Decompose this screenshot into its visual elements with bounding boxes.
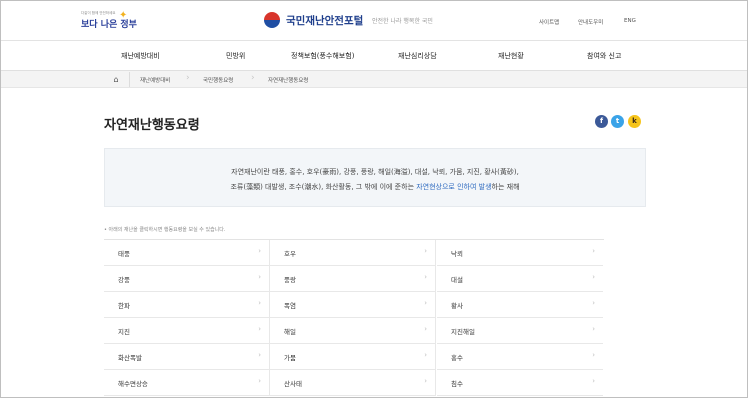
chevron-right-icon: › — [258, 299, 261, 307]
chevron-right-icon: › — [258, 377, 261, 385]
chevron-right-icon: › — [424, 299, 427, 307]
nav-item-disaster-status[interactable]: 재난현황 — [498, 51, 524, 61]
kakaostory-icon[interactable]: k — [628, 115, 641, 128]
site-header: 다같이 함께 안전하세요 보다 나은 정부 ✦ 국민재난안전포털 안전한 나라 … — [1, 1, 747, 41]
chevron-right-icon: › — [258, 351, 261, 359]
disaster-item-label: 지진해일 — [451, 328, 475, 336]
portal-slogan: 안전한 나라 행복한 국민 — [372, 18, 433, 25]
chevron-right-icon: › — [592, 299, 595, 307]
breadcrumb-chevron-icon: › — [186, 73, 190, 83]
breadcrumb-item-citizen-guidelines[interactable]: 국민행동요령 — [203, 76, 233, 84]
disaster-item-drought[interactable]: 가뭄 › — [270, 344, 436, 370]
disaster-item-cold-wave[interactable]: 한파 › — [104, 292, 270, 318]
disaster-item-lightning[interactable]: 낙뢰 › — [437, 240, 603, 266]
disaster-item-label: 침수 — [451, 380, 463, 388]
disaster-item-high-waves[interactable]: 풍랑 › — [270, 266, 436, 292]
chevron-right-icon: › — [592, 377, 595, 385]
disaster-item-label: 태풍 — [118, 250, 130, 258]
definition-line-2-text: 조류(藻類) 대발생, 조수(潮水), 화산활동, 그 밖에 이에 준하는 — [230, 183, 417, 191]
government-logo[interactable]: 다같이 함께 안전하세요 보다 나은 정부 ✦ — [81, 8, 137, 34]
breadcrumb-item-disaster-prevention[interactable]: 재난예방대비 — [140, 76, 170, 84]
chevron-right-icon: › — [258, 325, 261, 333]
disaster-item-label: 해일 — [284, 328, 296, 336]
facebook-icon[interactable]: f — [595, 115, 608, 128]
disaster-item-yellow-dust[interactable]: 황사 › — [437, 292, 603, 318]
disaster-item-storm-surge[interactable]: 해일 › — [270, 318, 436, 344]
disaster-item-label: 폭염 — [284, 302, 296, 310]
breadcrumb-divider — [129, 72, 130, 87]
click-guide-note: • 아래의 재난을 클릭하시면 행동요령을 보실 수 있습니다. — [104, 227, 226, 233]
disaster-item-inundation[interactable]: 침수 › — [437, 370, 603, 396]
disaster-item-landslide[interactable]: 산사태 › — [270, 370, 436, 396]
disaster-item-label: 산사태 — [284, 380, 302, 388]
gov-logo-spark-icon: ✦ — [119, 10, 128, 21]
page-title: 자연재난행동요령 — [104, 118, 200, 133]
disaster-item-label: 해수면상승 — [118, 380, 148, 388]
definition-line-2: 조류(藻類) 대발생, 조수(潮水), 화산활동, 그 밖에 이에 준하는 자연… — [105, 182, 645, 192]
chevron-right-icon: › — [592, 325, 595, 333]
nav-item-participation-report[interactable]: 참여와 신고 — [587, 51, 621, 61]
english-link[interactable]: ENG — [624, 18, 636, 24]
definition-highlight: 자연현상으로 인하여 발생 — [416, 183, 492, 191]
chevron-right-icon: › — [424, 325, 427, 333]
disaster-item-label: 가뭄 — [284, 354, 296, 362]
chevron-right-icon: › — [592, 247, 595, 255]
definition-line-1: 자연재난이란 태풍, 홍수, 호우(豪雨), 강풍, 풍랑, 해일(海溢), 대… — [231, 168, 519, 176]
disaster-item-strong-wind[interactable]: 강풍 › — [104, 266, 270, 292]
chevron-right-icon: › — [258, 247, 261, 255]
chevron-right-icon: › — [424, 351, 427, 359]
chevron-right-icon: › — [424, 377, 427, 385]
disaster-item-label: 대설 — [451, 276, 463, 284]
breadcrumb: ⌂ 재난예방대비 › 국민행동요령 › 자연재난행동요령 — [1, 71, 747, 88]
breadcrumb-chevron-icon: › — [251, 73, 255, 83]
gov-logo-text: 보다 나은 정부 — [81, 20, 137, 30]
definition-box: 자연재난이란 태풍, 홍수, 호우(豪雨), 강풍, 풍랑, 해일(海溢), 대… — [104, 148, 646, 207]
twitter-icon[interactable]: t — [611, 115, 624, 128]
disaster-item-label: 지진 — [118, 328, 130, 336]
disaster-item-heavy-snow[interactable]: 대설 › — [437, 266, 603, 292]
disaster-item-earthquake[interactable]: 지진 › — [104, 318, 270, 344]
disaster-item-label: 황사 — [451, 302, 463, 310]
chevron-right-icon: › — [592, 351, 595, 359]
chevron-right-icon: › — [424, 247, 427, 255]
disaster-item-heat-wave[interactable]: 폭염 › — [270, 292, 436, 318]
disaster-item-heavy-rain[interactable]: 호우 › — [270, 240, 436, 266]
disaster-item-flood[interactable]: 홍수 › — [437, 344, 603, 370]
disaster-item-label: 홍수 — [451, 354, 463, 362]
nav-item-policy-insurance[interactable]: 정책보험(풍수해보험) — [291, 51, 354, 61]
disaster-item-label: 호우 — [284, 250, 296, 258]
chevron-right-icon: › — [258, 273, 261, 281]
breadcrumb-item-natural-disaster-guidelines[interactable]: 자연재난행동요령 — [268, 76, 308, 84]
main-navigation: 재난예방대비 민방위 정책보험(풍수해보험) 재난심리상담 재난현황 참여와 신… — [1, 41, 747, 71]
taegeuk-emblem-icon — [264, 12, 280, 28]
page-frame: 다같이 함께 안전하세요 보다 나은 정부 ✦ 국민재난안전포털 안전한 나라 … — [0, 0, 748, 398]
disaster-item-tsunami[interactable]: 지진해일 › — [437, 318, 603, 344]
sitemap-link[interactable]: 사이트맵 — [539, 18, 559, 26]
disaster-grid: 태풍 › 호우 › 낙뢰 › 강풍 › 풍랑 › 대설 › 한파 › 폭염 › 황사 › 지진 › 해일 › 지진해일 › 화산… — [104, 239, 604, 397]
guide-helper-link[interactable]: 안내도우미 — [578, 18, 603, 26]
chevron-right-icon: › — [592, 273, 595, 281]
nav-item-disaster-prevention[interactable]: 재난예방대비 — [121, 51, 160, 61]
disaster-item-sea-level-rise[interactable]: 해수면상승 › — [104, 370, 270, 396]
disaster-item-label: 낙뢰 — [451, 250, 463, 258]
gov-logo-subtext: 다같이 함께 안전하세요 — [81, 11, 116, 15]
disaster-item-label: 풍랑 — [284, 276, 296, 284]
home-icon[interactable]: ⌂ — [109, 74, 123, 85]
nav-item-psychological-counseling[interactable]: 재난심리상담 — [398, 51, 437, 61]
disaster-item-volcanic-eruption[interactable]: 화산폭발 › — [104, 344, 270, 370]
disaster-item-label: 한파 — [118, 302, 130, 310]
disaster-item-typhoon[interactable]: 태풍 › — [104, 240, 270, 266]
chevron-right-icon: › — [424, 273, 427, 281]
disaster-item-label: 강풍 — [118, 276, 130, 284]
definition-line-2-end: 하는 재해 — [491, 183, 520, 191]
disaster-item-label: 화산폭발 — [118, 354, 142, 362]
nav-item-civil-defense[interactable]: 민방위 — [226, 51, 245, 61]
portal-name: 국민재난안전포털 — [286, 15, 364, 27]
